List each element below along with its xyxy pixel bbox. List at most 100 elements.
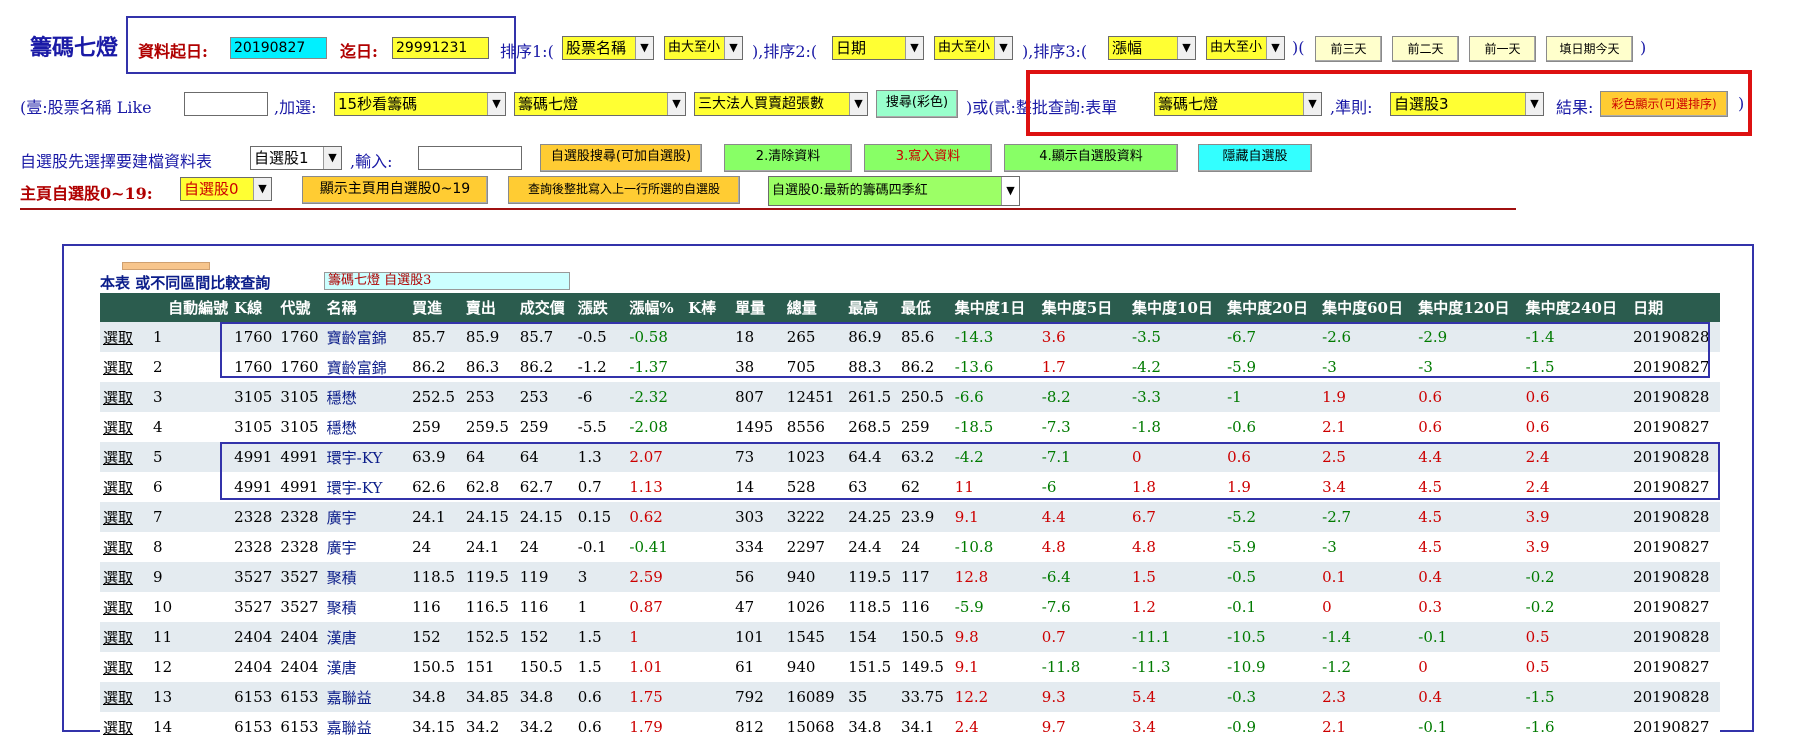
table-cell: 34.2 [462,712,517,742]
sort1-order-select[interactable]: 由大至小 ▼ [664,36,743,60]
table-cell: 20190828 [1630,682,1720,712]
pick-link[interactable]: 選取 [100,352,151,382]
table-cell [685,622,733,652]
table-cell: 151.5 [845,652,898,682]
pick-link[interactable]: 選取 [100,412,151,442]
pick-link[interactable]: 選取 [100,322,151,352]
like-label: (壹:股票名稱 Like [20,98,152,117]
pick-link[interactable]: 選取 [100,472,151,502]
column-header: 自動編號 [150,293,232,322]
chevron-down-icon: ▼ [487,93,505,115]
table-cell: 149.5 [897,652,952,682]
table-cell: -5.5 [574,412,627,442]
add3-select[interactable]: 三大法人買賣超張數 ▼ [694,92,868,116]
table-cell: 34.8 [845,712,898,742]
table-cell: 廣宇 [323,502,410,532]
table-cell: -5.9 [1224,532,1320,562]
table-cell: 2404 [231,652,278,682]
end-date-label: 迄日: [340,42,378,61]
like-input[interactable] [184,92,268,116]
pick-link[interactable]: 選取 [100,562,151,592]
sort3-order-select[interactable]: 由大至小 ▼ [1206,36,1285,60]
table-cell: 0.3 [1415,592,1523,622]
table-cell: 56 [732,562,784,592]
hide-watchlist-button[interactable]: 隱藏自選股 [1198,144,1312,172]
sort2-order-select[interactable]: 由大至小 ▼ [934,36,1013,60]
sort3-field-select[interactable]: 漲幅 ▼ [1108,36,1196,60]
rule-select[interactable]: 自選股3 ▼ [1390,92,1544,116]
show-watchlist-button[interactable]: 4.顯示自選股資料 [1004,144,1178,172]
pick-link[interactable]: 選取 [100,502,151,532]
table-cell: 14 [150,712,232,742]
start-date-input[interactable]: 20190827 [230,37,327,59]
clear-data-button[interactable]: 2.清除資料 [724,144,852,172]
info-watchlist-select[interactable]: 自選股0:最新的籌碼四季紅 ▼ [768,176,1020,206]
chevron-down-icon: ▼ [1525,93,1543,115]
sort2-field-value: 日期 [836,39,867,57]
table-cell: 33.75 [897,682,952,712]
pick-link[interactable]: 選取 [100,652,151,682]
add2-value: 籌碼七燈 [518,95,579,113]
watchlist-table-value: 自選股1 [254,149,309,167]
table-cell: -1 [1224,382,1320,412]
table-caption: 本表 或不同區間比較查詢 [100,274,271,292]
table-cell: 34.1 [897,712,952,742]
table-cell: 20190828 [1630,382,1720,412]
table-cell: 12.2 [951,682,1039,712]
table-cell: 940 [783,652,846,682]
table-cell: -8.2 [1038,382,1130,412]
write-data-button[interactable]: 3.寫入資料 [864,144,992,172]
table-cell: -6.4 [1038,562,1130,592]
table-cell: 24.15 [516,502,575,532]
table-cell: 2328 [277,532,324,562]
table-cell: 3105 [277,382,324,412]
table-cell: 20190827 [1630,712,1720,742]
table-cell: 250.5 [897,382,952,412]
table-cell: 152.5 [462,622,517,652]
add2-select[interactable]: 籌碼七燈 ▼ [514,92,686,116]
table-cell: 0.1 [1319,562,1416,592]
prev-3days-button[interactable]: 前三天 [1315,36,1382,62]
pick-link[interactable]: 選取 [100,712,151,742]
table-cell: 13 [150,682,232,712]
pick-link[interactable]: 選取 [100,442,151,472]
header-pick [100,293,151,322]
table-cell: 9.1 [951,652,1039,682]
add1-select[interactable]: 15秒看籌碼 ▼ [334,92,506,116]
table-cell: 151 [462,652,517,682]
pick-link[interactable]: 選取 [100,682,151,712]
table-cell: 150.5 [516,652,575,682]
show-home-watchlist-button[interactable]: 顯示主頁用自選股0~19 [302,176,488,204]
sort2-field-select[interactable]: 日期 ▼ [832,36,924,60]
watchlist-input[interactable] [418,146,522,170]
table-cell: 118.5 [409,562,463,592]
pick-link[interactable]: 選取 [100,622,151,652]
home-watchlist-select[interactable]: 自選股0 ▼ [180,177,272,201]
sort1-field-select[interactable]: 股票名稱 ▼ [562,36,654,60]
row2-close: ) [1738,94,1745,113]
color-display-button[interactable]: 彩色顯示(可選排序) [1600,91,1728,117]
end-date-input[interactable]: 29991231 [392,37,489,59]
column-header: 漲幅% [626,293,686,322]
watchlist-search-button[interactable]: 自選股搜尋(可加自選股) [540,144,702,172]
table-cell: 6153 [231,712,278,742]
form-select[interactable]: 籌碼七燈 ▼ [1154,92,1322,116]
table-cell: 0.6 [1522,382,1631,412]
table-cell: 150.5 [409,652,463,682]
prev-1day-button[interactable]: 前一天 [1469,36,1536,62]
pick-link[interactable]: 選取 [100,592,151,622]
batch-write-button[interactable]: 查詢後整批寫入上一行所選的自選股 [508,176,740,204]
pick-link[interactable]: 選取 [100,382,151,412]
input-label: ,輸入: [350,152,393,171]
column-header: 名稱 [323,293,410,322]
table-cell: -0.1 [1224,592,1320,622]
color-search-button[interactable]: 搜尋(彩色) [876,90,958,118]
chevron-down-icon: ▼ [323,147,341,169]
table-cell [685,562,733,592]
fill-today-button[interactable]: 填日期今天 [1546,36,1633,62]
table-cell: 2.59 [626,562,686,592]
pick-link[interactable]: 選取 [100,532,151,562]
table-cell: 12451 [783,382,846,412]
prev-2days-button[interactable]: 前二天 [1392,36,1459,62]
watchlist-table-select[interactable]: 自選股1 ▼ [250,146,342,170]
